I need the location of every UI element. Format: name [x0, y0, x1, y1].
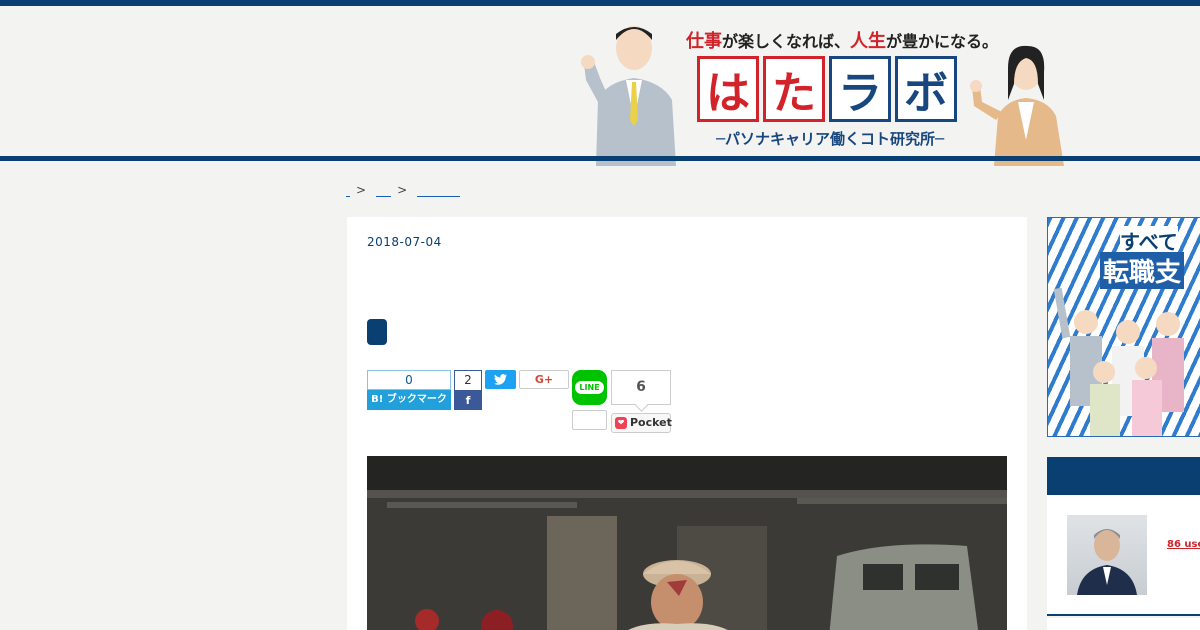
hatena-bookmark-button[interactable]: B! ブックマーク [367, 390, 451, 410]
breadcrumb-separator: > [356, 183, 367, 197]
ad-people-illustration [1053, 288, 1184, 436]
google-plus-button[interactable]: G+ [519, 370, 569, 389]
header-banner[interactable]: 仕事が楽しくなれば、人生が豊かになる。 は た ラ ボ ─パソナキャリア働くコト… [576, 20, 1086, 166]
facebook-icon[interactable]: f [454, 391, 482, 410]
tagline-life: 人生 [850, 31, 887, 52]
sidebar-next-box [1047, 618, 1200, 630]
line-share-count [572, 410, 607, 430]
twitter-icon [494, 374, 507, 385]
logo-char-4: ボ [895, 56, 957, 122]
facebook-share-count[interactable]: 2 [454, 370, 482, 391]
tagline-work: 仕事 [686, 31, 722, 52]
post-date: 2018-07-04 [367, 235, 442, 249]
site-logo[interactable]: は た ラ ボ [697, 56, 957, 122]
logo-char-2: た [763, 56, 825, 122]
pocket-save-button[interactable]: ❤ Pocket [611, 413, 672, 433]
category-tag[interactable] [367, 319, 387, 345]
line-icon: LINE [575, 381, 604, 394]
ad-headline-2: 転職支 [1100, 252, 1185, 289]
breadcrumb-category-link[interactable] [376, 184, 392, 197]
logo-char-1: は [697, 56, 759, 122]
hatena-users-link[interactable]: 86 users [1167, 539, 1200, 550]
sidebar-ad-banner[interactable]: すべて 転職支 [1047, 217, 1200, 437]
ad-headline-1: すべて [1120, 226, 1178, 255]
breadcrumb-home-link[interactable] [346, 184, 350, 197]
breadcrumb: > > [346, 183, 461, 197]
sidebar-section-header [1047, 457, 1200, 495]
twitter-share-button[interactable] [485, 370, 516, 389]
site-tagline: 仕事が楽しくなれば、人生が豊かになる。 [686, 27, 998, 53]
businessman-illustration [581, 26, 676, 166]
pocket-count[interactable]: 6 [611, 370, 671, 405]
line-share-button[interactable]: LINE [572, 370, 607, 405]
breadcrumb-separator: > [397, 183, 408, 197]
pocket-label: Pocket [630, 416, 672, 429]
header-bottom-bar [0, 156, 1200, 161]
article-hero-image [367, 456, 1007, 630]
author-photo [1077, 529, 1137, 595]
logo-subtitle: ─パソナキャリア働くコト研究所─ [715, 130, 945, 148]
sidebar-author-box: 86 users [1047, 495, 1200, 616]
share-buttons: 0 B! ブックマーク 2 f G+ LINE 6 ❤ Pocket [367, 370, 687, 440]
businesswoman-illustration [970, 45, 1064, 166]
article-card: 2018-07-04 0 B! ブックマーク 2 f G+ LINE 6 ❤ P… [347, 217, 1027, 630]
site-header: 仕事が楽しくなれば、人生が豊かになる。 は た ラ ボ ─パソナキャリア働くコト… [0, 6, 1200, 166]
pocket-icon: ❤ [615, 417, 627, 429]
garage-photo [367, 456, 1007, 630]
logo-char-3: ラ [829, 56, 891, 122]
tagline-text-1: が楽しくなれば、 [722, 32, 851, 51]
avatar[interactable] [1067, 515, 1147, 595]
hatena-bookmark-count[interactable]: 0 [367, 370, 451, 390]
breadcrumb-current-link[interactable] [417, 184, 461, 197]
